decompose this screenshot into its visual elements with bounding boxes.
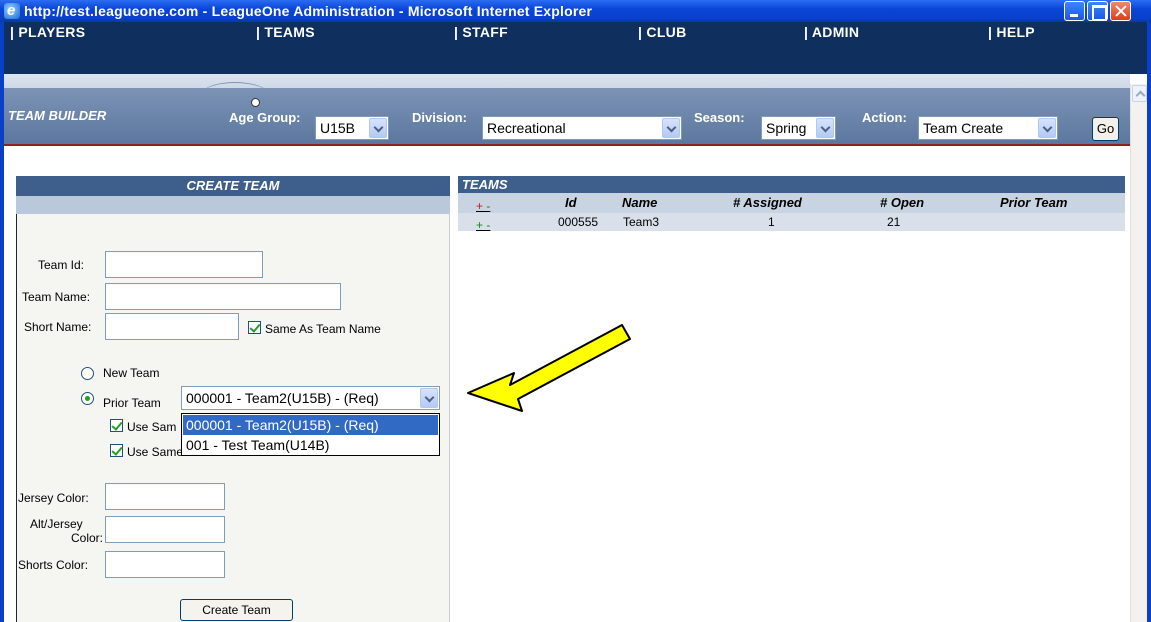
internet-explorer-icon bbox=[4, 0, 20, 22]
new-team-radio[interactable] bbox=[81, 367, 94, 380]
same-as-team-name-checkbox[interactable] bbox=[248, 321, 261, 334]
minimize-button[interactable] bbox=[1064, 1, 1085, 21]
nav-club[interactable]: | CLUB bbox=[638, 24, 687, 40]
jersey-color-input[interactable] bbox=[105, 483, 225, 510]
use-same-name-label: Use Sam bbox=[127, 420, 177, 434]
cell-open: 21 bbox=[887, 215, 901, 229]
annotation-arrow-icon bbox=[467, 324, 631, 412]
use-same-name-checkbox[interactable] bbox=[110, 419, 123, 432]
create-team-subheader bbox=[16, 196, 450, 214]
window-title: http://test.leagueone.com - LeagueOne Ad… bbox=[24, 3, 593, 19]
cell-name: Team3 bbox=[623, 215, 660, 229]
collapse-all-icon[interactable]: - bbox=[486, 199, 490, 213]
short-name-label: Short Name: bbox=[24, 320, 92, 334]
teams-header: TEAMS bbox=[458, 176, 1125, 193]
cell-id: 000555 bbox=[558, 215, 599, 229]
go-button[interactable]: Go bbox=[1092, 117, 1119, 141]
cell-assigned: 1 bbox=[768, 215, 775, 229]
dropdown-option-selected[interactable]: 000001 - Team2(U15B) - (Req) bbox=[183, 415, 438, 435]
scroll-up-icon[interactable] bbox=[1132, 85, 1147, 102]
age-group-value: U15B bbox=[320, 120, 356, 136]
chevron-down-icon[interactable] bbox=[816, 118, 834, 138]
jersey-color-label: Jersey Color: bbox=[18, 491, 89, 505]
collapse-row-icon[interactable]: - bbox=[486, 218, 490, 232]
nav-teams[interactable]: | TEAMS bbox=[256, 24, 315, 40]
chevron-down-icon[interactable] bbox=[420, 388, 438, 408]
same-as-team-name-label: Same As Team Name bbox=[265, 322, 381, 336]
prior-team-dropdown-list: 000001 - Team2(U15B) - (Req) 001 - Test … bbox=[181, 413, 440, 456]
action-value: Team Create bbox=[923, 120, 1004, 136]
column-header-name: Name bbox=[622, 195, 658, 210]
expand-collapse-all[interactable]: + - bbox=[476, 199, 490, 213]
chevron-down-icon[interactable] bbox=[1038, 118, 1056, 138]
alt-jersey-color-label-2: Color: bbox=[70, 531, 103, 545]
new-team-label: New Team bbox=[103, 366, 160, 380]
expand-row-icon[interactable]: + bbox=[476, 218, 483, 232]
column-header-prior-team: Prior Team bbox=[1000, 195, 1068, 210]
nav-help[interactable]: | HELP bbox=[988, 24, 1035, 40]
team-name-label: Team Name: bbox=[22, 290, 91, 304]
main-nav bbox=[4, 22, 1147, 74]
prior-team-select[interactable]: 000001 - Team2(U15B) - (Req) bbox=[181, 386, 440, 410]
use-same-colors-checkbox[interactable] bbox=[110, 444, 123, 457]
create-team-button[interactable]: Create Team bbox=[180, 599, 293, 621]
swoosh-decoration bbox=[200, 82, 270, 110]
row-expand-collapse[interactable]: + - bbox=[476, 218, 490, 232]
chevron-down-icon[interactable] bbox=[662, 118, 680, 138]
alt-jersey-color-input[interactable] bbox=[105, 516, 225, 543]
team-id-label: Team Id: bbox=[38, 258, 85, 272]
age-group-select[interactable]: U15B bbox=[315, 116, 389, 140]
shorts-color-input[interactable] bbox=[105, 551, 225, 578]
prior-team-value: 000001 - Team2(U15B) - (Req) bbox=[186, 390, 379, 406]
close-button[interactable] bbox=[1110, 1, 1131, 21]
column-header-id: Id bbox=[565, 195, 577, 210]
age-group-label: Age Group: bbox=[229, 110, 301, 125]
action-label: Action: bbox=[862, 110, 907, 125]
action-select[interactable]: Team Create bbox=[918, 116, 1058, 140]
season-value: Spring bbox=[766, 120, 807, 136]
short-name-input[interactable] bbox=[105, 313, 239, 340]
column-header-assigned: # Assigned bbox=[733, 195, 802, 210]
prior-team-label: Prior Team bbox=[103, 396, 161, 410]
window-title-bar: http://test.leagueone.com - LeagueOne Ad… bbox=[0, 0, 1151, 22]
annotation-arrow-shape bbox=[467, 324, 631, 412]
season-select[interactable]: Spring bbox=[761, 116, 836, 140]
maximize-button[interactable] bbox=[1087, 1, 1108, 21]
season-label: Season: bbox=[694, 110, 745, 125]
prior-team-radio[interactable] bbox=[81, 392, 94, 405]
soccer-ball-icon bbox=[251, 98, 260, 107]
chevron-down-icon[interactable] bbox=[369, 118, 387, 138]
team-builder-title: TEAM BUILDER bbox=[8, 108, 107, 123]
team-id-input[interactable] bbox=[105, 251, 263, 278]
nav-admin[interactable]: | ADMIN bbox=[804, 24, 859, 40]
division-select[interactable]: Recreational bbox=[482, 116, 682, 140]
team-name-input[interactable] bbox=[105, 283, 341, 310]
nav-players[interactable]: | PLAYERS bbox=[10, 24, 85, 40]
nav-staff[interactable]: | STAFF bbox=[454, 24, 508, 40]
create-team-header: CREATE TEAM bbox=[16, 176, 450, 196]
window-frame-right bbox=[1147, 22, 1151, 622]
alt-jersey-color-label-1: Alt/Jersey bbox=[30, 517, 83, 531]
vertical-scrollbar[interactable] bbox=[1130, 84, 1147, 622]
shorts-color-label: Shorts Color: bbox=[18, 558, 89, 572]
expand-all-icon[interactable]: + bbox=[476, 199, 483, 213]
division-label: Division: bbox=[412, 110, 467, 125]
dropdown-option[interactable]: 001 - Test Team(U14B) bbox=[183, 435, 438, 455]
division-value: Recreational bbox=[487, 120, 566, 136]
column-header-open: # Open bbox=[880, 195, 925, 210]
